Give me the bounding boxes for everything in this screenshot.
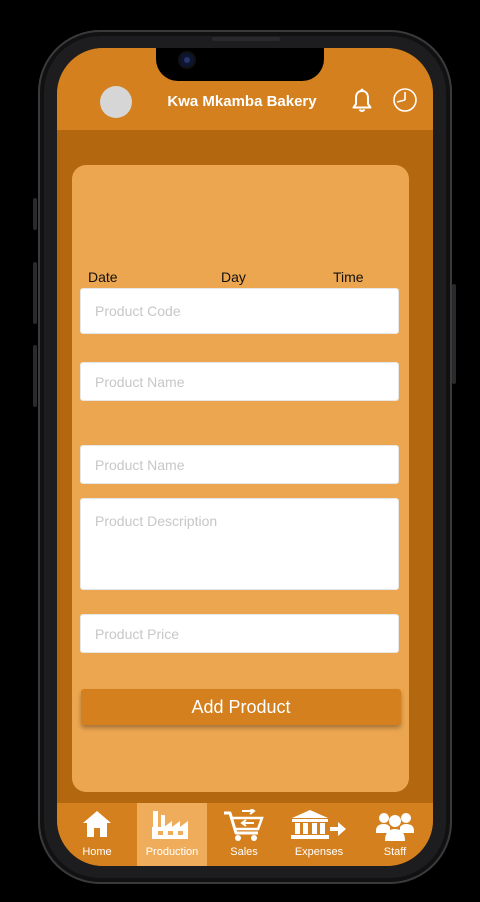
day-label: Day	[221, 269, 246, 285]
history-icon[interactable]	[392, 87, 418, 113]
volume-up-button	[33, 262, 37, 324]
nav-label-sales: Sales	[230, 846, 258, 858]
product-description-input[interactable]	[80, 498, 399, 590]
bank-icon	[291, 810, 346, 839]
nav-item-expenses[interactable]: Expenses	[281, 803, 357, 866]
speaker-grille	[212, 37, 280, 41]
nav-label-expenses: Expenses	[294, 846, 344, 858]
volume-down-button	[33, 345, 37, 407]
nav-label-home: Home	[82, 846, 112, 858]
home-icon	[83, 811, 111, 837]
product-name-input[interactable]	[80, 362, 399, 401]
bottom-nav: Home Production Sales Expenses Staff	[57, 803, 433, 866]
product-price-input[interactable]	[80, 614, 399, 653]
time-label: Time	[333, 269, 364, 285]
mute-switch	[33, 198, 37, 230]
nav-label-staff: Staff	[383, 846, 407, 858]
avatar[interactable]	[100, 86, 132, 118]
nav-item-production[interactable]: Production	[137, 803, 207, 866]
add-product-button[interactable]: Add Product	[81, 689, 401, 725]
app-title: Kwa Mkamba Bakery	[167, 93, 317, 110]
factory-icon	[152, 811, 188, 839]
bell-icon[interactable]	[350, 88, 374, 114]
product-code-input[interactable]	[80, 288, 399, 334]
cart-icon	[224, 809, 264, 841]
power-button	[452, 284, 456, 384]
nav-item-home[interactable]: Home	[57, 803, 137, 866]
date-label: Date	[88, 269, 118, 285]
product-name-input-2[interactable]	[80, 445, 399, 484]
nav-item-sales[interactable]: Sales	[207, 803, 281, 866]
nav-label-production: Production	[145, 846, 199, 858]
nav-item-staff[interactable]: Staff	[357, 803, 433, 866]
app-screen: Kwa Mkamba Bakery Date Day Time Add Prod…	[57, 48, 433, 866]
front-camera	[180, 53, 194, 67]
people-icon	[376, 813, 414, 841]
add-product-card: Date Day Time Add Product	[72, 165, 409, 792]
